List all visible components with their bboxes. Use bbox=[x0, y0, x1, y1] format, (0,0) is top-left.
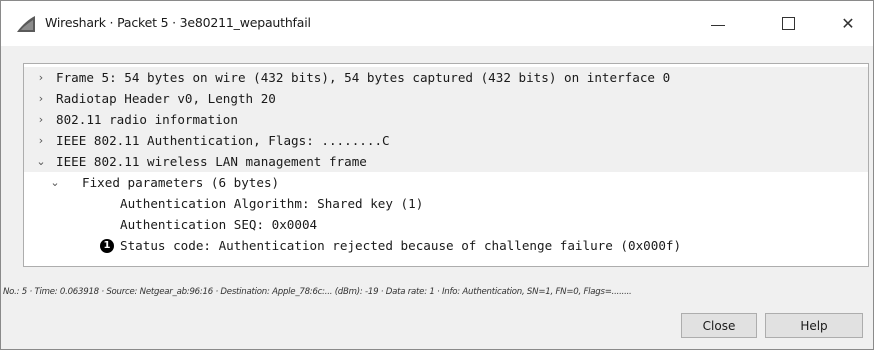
tree-row-label: Authentication Algorithm: Shared key (1) bbox=[120, 196, 424, 211]
tree-row-label: Authentication SEQ: 0x0004 bbox=[120, 217, 318, 232]
wireshark-fin-icon bbox=[15, 15, 37, 33]
minimize-icon bbox=[711, 24, 725, 26]
chevron-down-icon[interactable]: ⌄ bbox=[48, 172, 62, 193]
tree-row[interactable]: ⌄ Fixed parameters (6 bytes) bbox=[24, 172, 868, 193]
close-icon: ✕ bbox=[841, 13, 855, 33]
tree-row[interactable]: › Frame 5: 54 bytes on wire (432 bits), 5… bbox=[24, 67, 868, 88]
tree-row-label: 802.11 radio information bbox=[56, 112, 238, 127]
close-window-button[interactable]: ✕ bbox=[825, 1, 871, 45]
tree-row[interactable]: ⌄ IEEE 802.11 wireless LAN management fra… bbox=[24, 151, 868, 172]
tree-row[interactable]: › Radiotap Header v0, Length 20 bbox=[24, 88, 868, 109]
tree-row-label: Fixed parameters (6 bytes) bbox=[82, 175, 280, 190]
tree-row-label: Frame 5: 54 bytes on wire (432 bits), 54… bbox=[56, 70, 671, 85]
tree-row[interactable]: 1 Status code: Authentication rejected be… bbox=[24, 235, 868, 256]
help-button[interactable]: Help bbox=[765, 313, 863, 338]
packet-detail-tree[interactable]: › Frame 5: 54 bytes on wire (432 bits), 5… bbox=[23, 63, 869, 267]
packet-dialog-window: Wireshark · Packet 5 · 3e80211_wepauthfa… bbox=[0, 0, 874, 350]
window-title: Wireshark · Packet 5 · 3e80211_wepauthfa… bbox=[45, 15, 311, 30]
minimize-button[interactable] bbox=[695, 1, 741, 45]
maximize-button[interactable] bbox=[765, 1, 811, 45]
chevron-right-icon[interactable]: › bbox=[34, 130, 48, 151]
close-button[interactable]: Close bbox=[681, 313, 757, 338]
tree-row-label: Status code: Authentication rejected bec… bbox=[120, 238, 682, 253]
tree-row-label: IEEE 802.11 Authentication, Flags: .....… bbox=[56, 133, 390, 148]
chevron-down-icon[interactable]: ⌄ bbox=[34, 151, 48, 172]
tree-row[interactable]: Authentication SEQ: 0x0004 bbox=[24, 214, 868, 235]
chevron-right-icon[interactable]: › bbox=[34, 88, 48, 109]
chevron-right-icon[interactable]: › bbox=[34, 67, 48, 88]
tree-row-label: IEEE 802.11 wireless LAN management fram… bbox=[56, 154, 367, 169]
chevron-right-icon[interactable]: › bbox=[34, 109, 48, 130]
packet-summary-status: No.: 5 · Time: 0.063918 · Source: Netgea… bbox=[3, 287, 632, 297]
tree-row[interactable]: Authentication Algorithm: Shared key (1) bbox=[24, 193, 868, 214]
title-bar[interactable]: Wireshark · Packet 5 · 3e80211_wepauthfa… bbox=[1, 1, 873, 46]
tree-row[interactable]: › IEEE 802.11 Authentication, Flags: ....… bbox=[24, 130, 868, 151]
tree-row-label: Radiotap Header v0, Length 20 bbox=[56, 91, 276, 106]
callout-number-icon: 1 bbox=[100, 239, 114, 253]
tree-row[interactable]: › 802.11 radio information bbox=[24, 109, 868, 130]
maximize-icon bbox=[781, 16, 795, 30]
